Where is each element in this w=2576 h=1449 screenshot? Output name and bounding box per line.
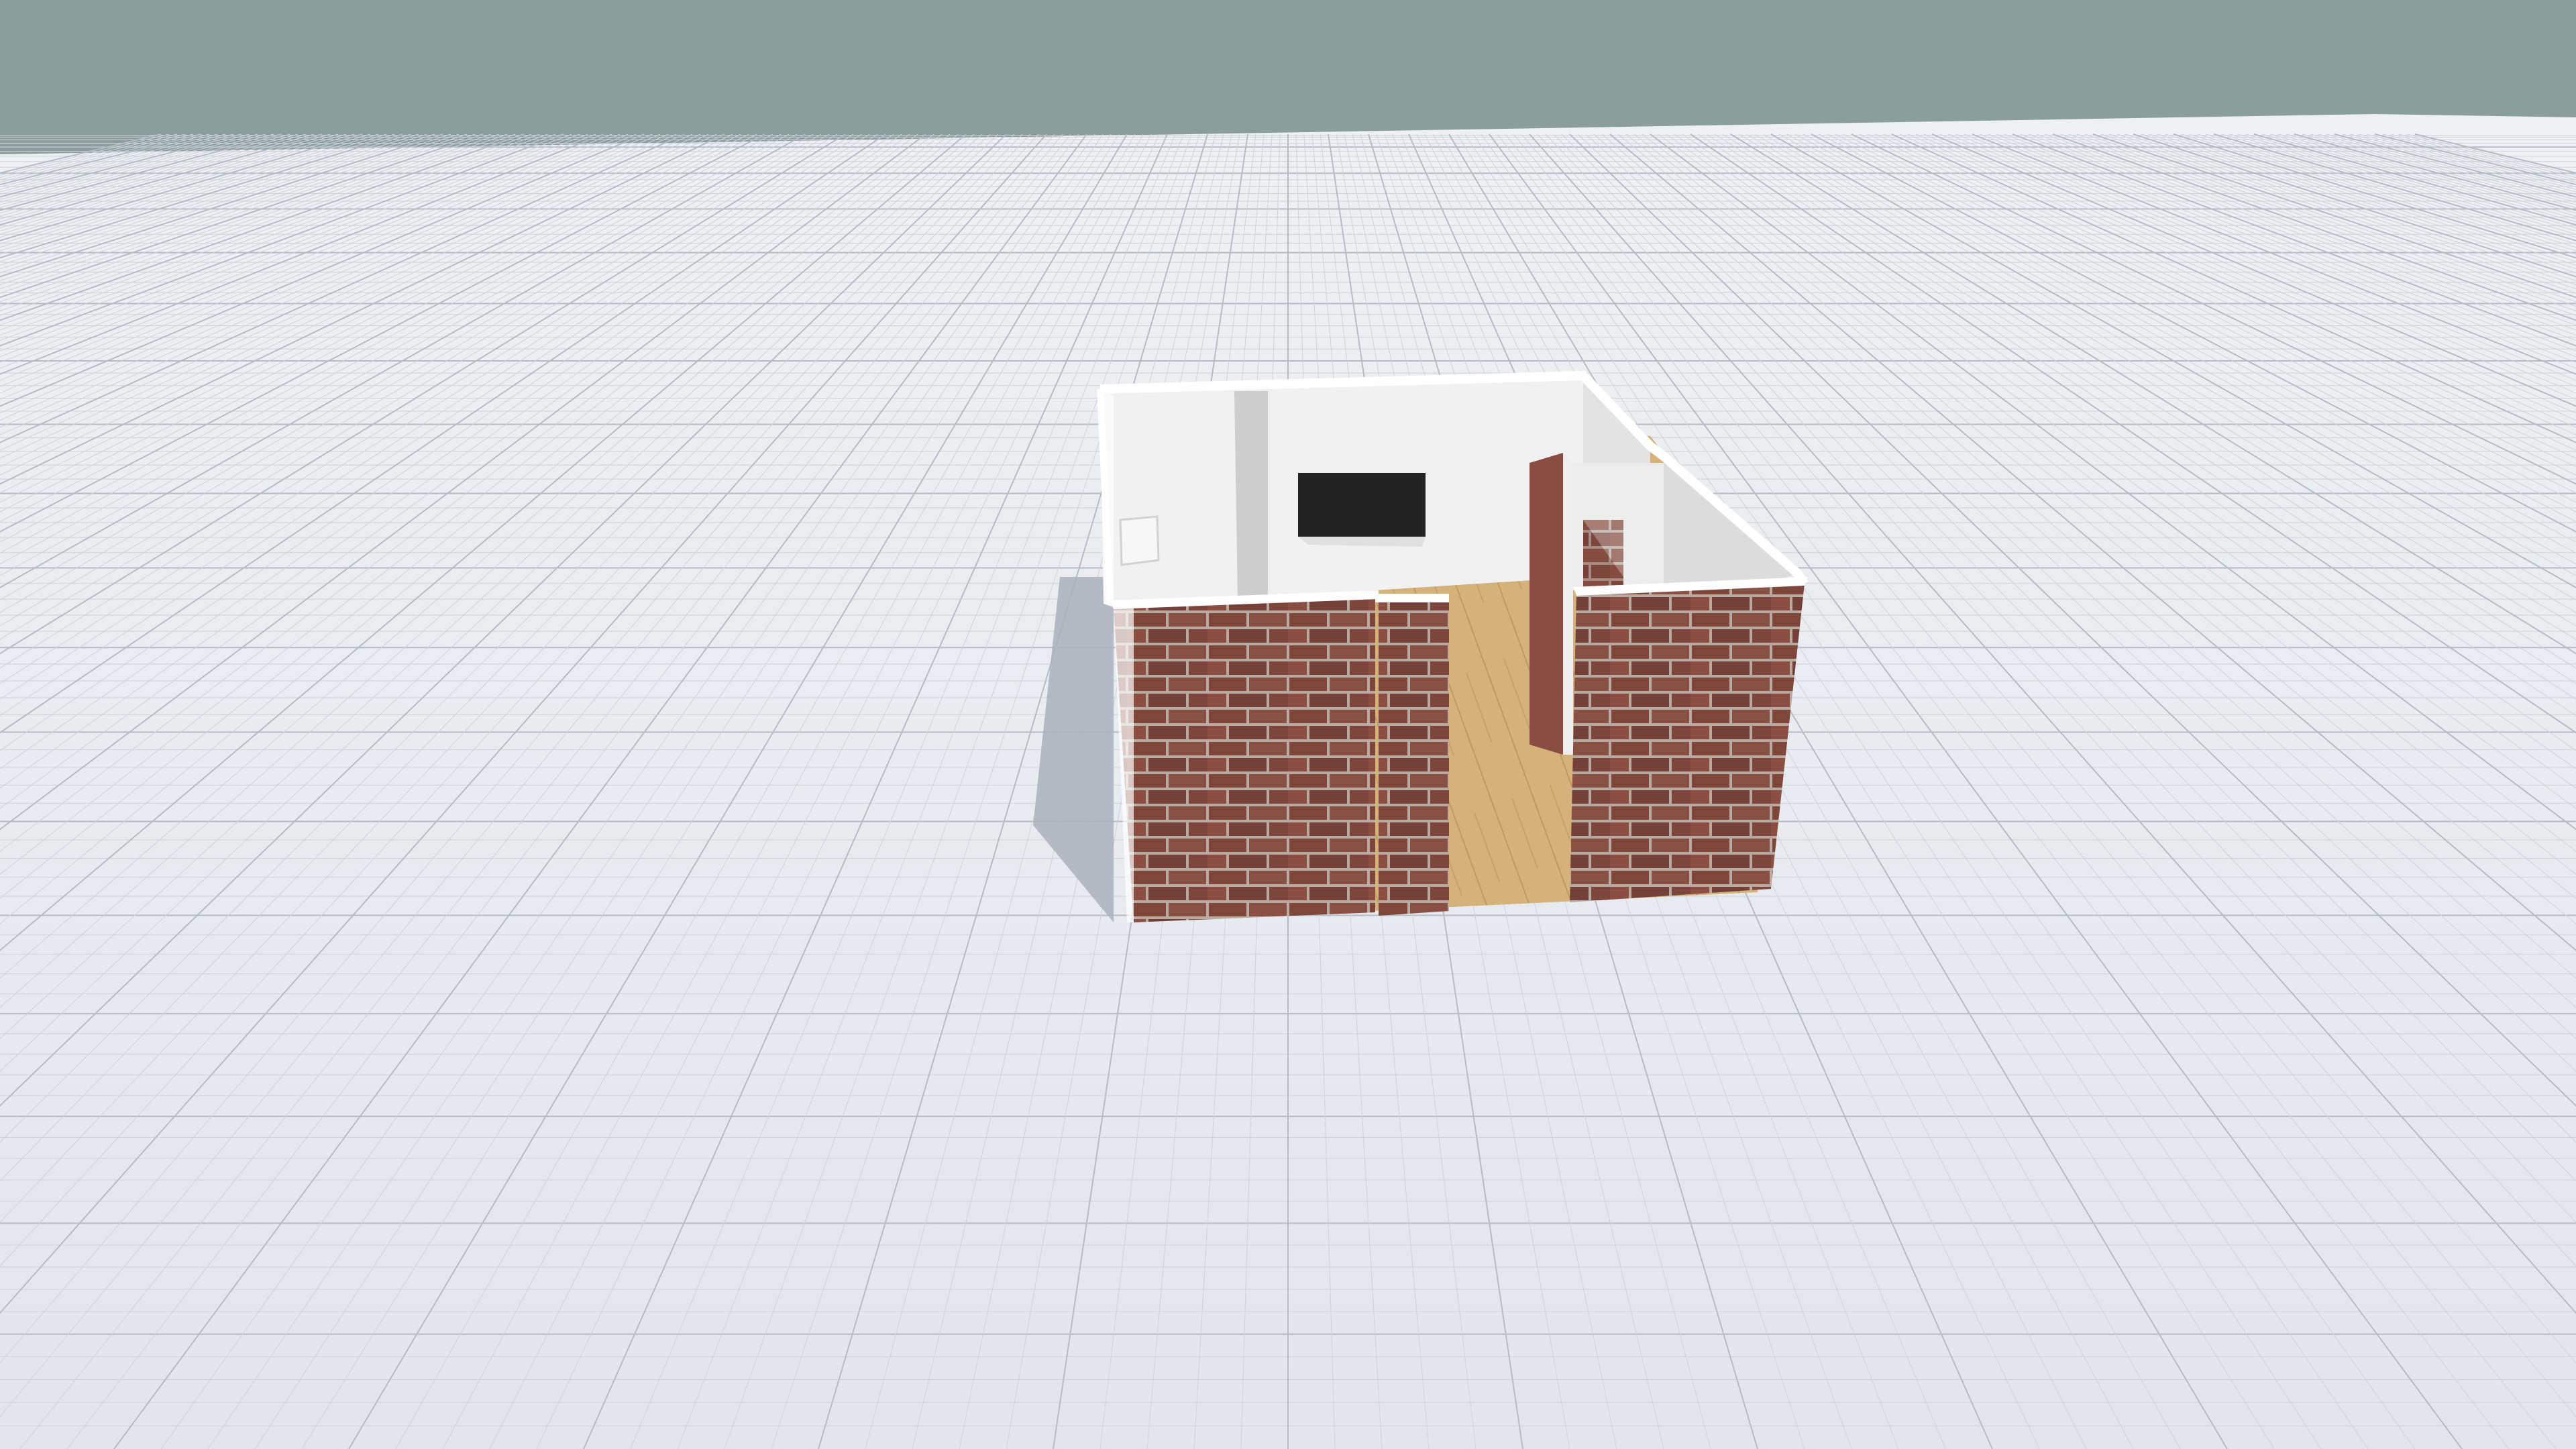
air-conditioner[interactable]	[1119, 515, 1160, 566]
scene-canvas[interactable]	[0, 0, 2576, 1449]
front-right-brick-wall[interactable]	[1570, 584, 1805, 902]
door-pillar-top	[1375, 594, 1449, 602]
front-left-brick-wall[interactable]	[1114, 597, 1375, 922]
3d-viewport[interactable]	[0, 0, 2576, 1449]
door-pillar[interactable]	[1379, 599, 1449, 916]
partition-wall-side[interactable]	[1529, 453, 1563, 755]
concrete-column[interactable]	[1234, 391, 1268, 599]
partition-wall-face[interactable]	[1563, 453, 1573, 755]
tv[interactable]	[1298, 473, 1426, 537]
